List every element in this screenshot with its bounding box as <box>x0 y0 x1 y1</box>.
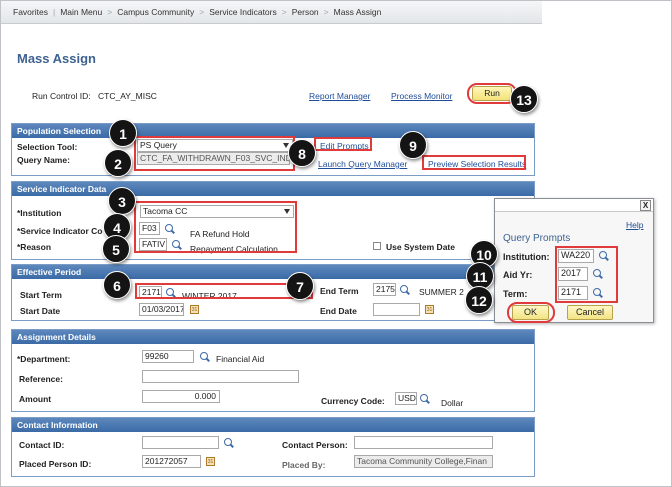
callout-badge-3: 3 <box>108 187 136 215</box>
use-system-date-checkbox[interactable] <box>373 242 381 250</box>
cancel-button[interactable]: Cancel <box>567 305 613 320</box>
department-field[interactable]: 99260 <box>142 350 194 363</box>
callout-box-edit-prompts <box>314 137 372 151</box>
prompt-institution-label: Institution: <box>503 252 550 262</box>
breadcrumb-person[interactable]: Person <box>288 7 323 17</box>
service-indicator-header: Service Indicator Data <box>12 182 534 196</box>
use-system-date-label: Use System Date <box>386 242 455 252</box>
end-date-field[interactable] <box>373 303 420 316</box>
callout-box-prompts <box>555 246 618 303</box>
end-term-label: End Term <box>320 286 359 296</box>
reference-field[interactable] <box>142 370 299 383</box>
close-icon[interactable]: X <box>640 200 651 211</box>
breadcrumb-service-indicators[interactable]: Service Indicators <box>205 7 281 17</box>
service-indicator-code-label: *Service Indicator Co <box>17 226 103 236</box>
callout-badge-2: 2 <box>104 149 132 177</box>
callout-box-preview <box>422 155 526 170</box>
placed-by-field: Tacoma Community College,Finan <box>354 455 493 468</box>
contact-id-label: Contact ID: <box>19 440 65 450</box>
callout-badge-13: 13 <box>510 85 538 113</box>
placed-person-id-field[interactable]: 201272057 <box>142 455 201 468</box>
amount-label: Amount <box>19 394 52 404</box>
end-term-desc: SUMMER 2 <box>419 287 464 297</box>
dialog-title: Query Prompts <box>503 233 571 244</box>
effective-period-header: Effective Period <box>12 265 534 279</box>
assignment-details-header: Assignment Details <box>12 330 534 344</box>
reference-label: Reference: <box>19 374 63 384</box>
callout-badge-1: 1 <box>109 119 137 147</box>
end-date-label: End Date <box>320 306 357 316</box>
contact-information-header: Contact Information <box>12 418 534 432</box>
contact-id-field[interactable] <box>142 436 219 449</box>
query-prompts-dialog: X Help Query Prompts Institution: WA220 … <box>494 198 654 323</box>
callout-badge-12: 12 <box>465 286 493 314</box>
start-term-label: Start Term <box>20 290 62 300</box>
callout-box-service-indicator <box>134 201 297 253</box>
process-monitor-link[interactable]: Process Monitor <box>391 91 452 101</box>
run-button[interactable]: Run <box>472 86 512 101</box>
search-icon[interactable] <box>420 394 430 404</box>
currency-code-field[interactable]: USD <box>395 392 417 405</box>
calendar-icon[interactable]: 31 <box>425 305 434 314</box>
search-icon[interactable] <box>200 352 210 362</box>
institution-label: *Institution <box>17 208 62 218</box>
callout-badge-8: 8 <box>288 139 316 167</box>
callout-badge-6: 6 <box>103 271 131 299</box>
callout-badge-9: 9 <box>399 131 427 159</box>
run-control-value: CTC_AY_MISC <box>98 91 157 101</box>
start-date-field[interactable]: 01/03/2017 <box>139 303 184 316</box>
currency-code-label: Currency Code: <box>321 396 385 406</box>
search-icon[interactable] <box>400 285 410 295</box>
end-term-field[interactable]: 2175 <box>373 283 396 296</box>
placed-by-label: Placed By: <box>282 460 326 470</box>
start-date-label: Start Date <box>20 306 61 316</box>
help-link[interactable]: Help <box>626 220 643 230</box>
prompt-aid-yr-label: Aid Yr: <box>503 270 533 280</box>
department-desc: Financial Aid <box>216 354 265 364</box>
breadcrumb-favorites[interactable]: Favorites <box>9 7 52 17</box>
breadcrumb-main-menu[interactable]: Main Menu <box>56 7 106 17</box>
breadcrumb-campus-community[interactable]: Campus Community <box>113 7 198 17</box>
report-manager-link[interactable]: Report Manager <box>309 91 370 101</box>
launch-query-manager-link[interactable]: Launch Query Manager <box>318 159 407 169</box>
prompt-term-label: Term: <box>503 289 528 299</box>
reason-label: *Reason <box>17 242 52 252</box>
currency-desc: Dollar <box>441 398 464 408</box>
callout-ring-ok <box>507 302 555 323</box>
page-title: Mass Assign <box>17 51 96 66</box>
search-icon[interactable] <box>224 438 234 448</box>
department-label: *Department: <box>17 354 71 364</box>
breadcrumb-mass-assign[interactable]: Mass Assign <box>330 7 386 17</box>
calendar-icon[interactable]: 31 <box>190 305 199 314</box>
callout-badge-5: 5 <box>102 235 130 263</box>
selection-tool-label: Selection Tool: <box>17 142 78 152</box>
amount-field[interactable]: 0.000 <box>142 390 220 403</box>
query-name-label: Query Name: <box>17 155 70 165</box>
run-control-label: Run Control ID: <box>32 91 91 101</box>
dialog-titlebar <box>495 199 653 212</box>
calendar-icon[interactable]: 31 <box>206 457 215 466</box>
callout-badge-7: 7 <box>286 272 314 300</box>
placed-person-id-label: Placed Person ID: <box>19 459 92 469</box>
contact-person-field[interactable] <box>354 436 493 449</box>
callout-box-selection <box>134 136 295 171</box>
contact-person-label: Contact Person: <box>282 440 348 450</box>
breadcrumb: Favorites | Main Menu > Campus Community > … <box>1 1 542 24</box>
